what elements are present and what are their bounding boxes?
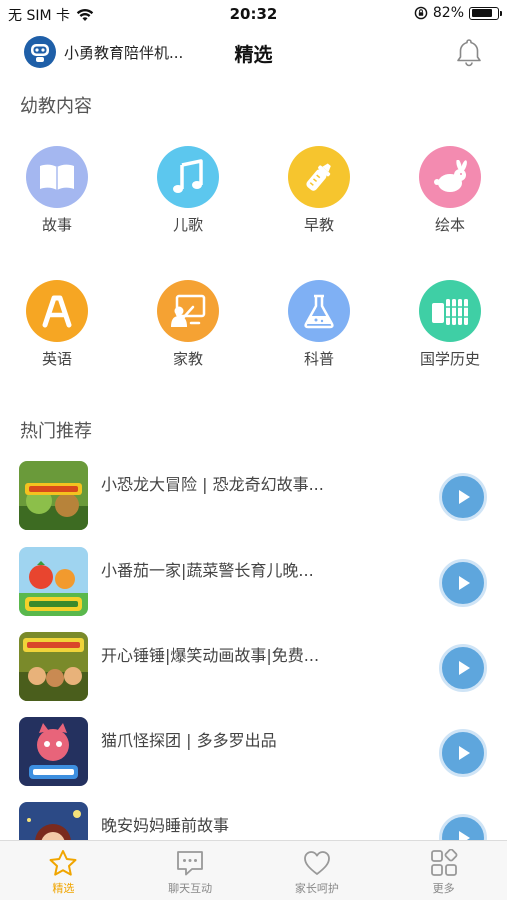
category-label: 科普 xyxy=(303,350,334,368)
recommendation-item[interactable]: 猫爪怪探团 | 多多罗出品 xyxy=(0,717,507,803)
category-picture-book[interactable]: 绘本 xyxy=(395,146,505,235)
letter-a-icon xyxy=(42,295,72,328)
category-label: 国学历史 xyxy=(419,350,480,368)
category-early-education-circle xyxy=(288,146,350,208)
play-icon xyxy=(459,661,470,675)
star-icon xyxy=(49,850,77,876)
bell-icon xyxy=(457,39,481,67)
battery-level-fill xyxy=(471,9,492,17)
category-science[interactable]: 科普 xyxy=(264,280,374,369)
nav-bar: 小勇教育陪伴机... 精选 xyxy=(0,28,507,76)
recommendation-item[interactable]: 小番茄一家|蔬菜警长育儿晚... xyxy=(0,547,507,633)
tab-label: 精选 xyxy=(52,882,75,895)
device-selector[interactable]: 小勇教育陪伴机... xyxy=(24,36,183,68)
cover-image xyxy=(19,717,88,786)
category-tutoring[interactable]: 家教 xyxy=(133,280,243,369)
tab-label: 更多 xyxy=(432,882,455,895)
play-button[interactable] xyxy=(439,559,487,607)
category-label: 绘本 xyxy=(434,216,465,234)
tab-featured[interactable]: 精选 xyxy=(0,841,127,900)
heart-icon xyxy=(303,851,330,875)
grid-icon xyxy=(430,849,458,876)
category-songs[interactable]: 儿歌 xyxy=(133,146,243,235)
album-cover-cat-claw xyxy=(19,717,88,786)
recommendation-title: 晚安妈妈睡前故事 xyxy=(101,816,230,835)
album-cover-dinosaur xyxy=(19,461,88,530)
category-english[interactable]: 英语 xyxy=(2,280,112,369)
flask-icon xyxy=(304,294,334,329)
category-chinese-history[interactable]: 国学历史 xyxy=(395,280,505,369)
teacher-board-icon xyxy=(171,294,206,327)
tab-parent-care[interactable]: 家长呵护 xyxy=(254,841,381,900)
category-label: 英语 xyxy=(41,350,72,368)
cover-image xyxy=(19,461,88,530)
play-button[interactable] xyxy=(439,473,487,521)
play-icon xyxy=(459,490,470,504)
category-early-education[interactable]: 早教 xyxy=(264,146,374,235)
device-name: 小勇教育陪伴机... xyxy=(64,43,184,62)
recommendation-item[interactable]: 小恐龙大冒险 | 恐龙奇幻故事... xyxy=(0,461,507,547)
book-icon xyxy=(40,164,74,190)
battery-group: 82% xyxy=(414,5,502,21)
category-songs-circle xyxy=(157,146,219,208)
rabbit-icon xyxy=(434,160,467,192)
category-label: 故事 xyxy=(41,216,72,234)
recommendation-title: 开心锤锤|爆笑动画故事|免费... xyxy=(101,646,320,665)
status-bar: 无 SIM 卡 20:32 82% xyxy=(0,0,507,28)
cover-image xyxy=(19,632,88,701)
tab-label: 家长呵护 xyxy=(294,882,339,895)
tab-label: 聊天互动 xyxy=(168,882,213,895)
category-label: 儿歌 xyxy=(172,216,203,234)
cover-image xyxy=(19,547,88,616)
category-english-circle xyxy=(26,280,88,342)
recommendation-item[interactable]: 开心锤锤|爆笑动画故事|免费... xyxy=(0,632,507,718)
tab-chat[interactable]: 聊天互动 xyxy=(127,841,254,900)
recommendation-title: 小恐龙大冒险 | 恐龙奇幻故事... xyxy=(101,475,324,494)
robot-avatar xyxy=(24,36,56,68)
category-label: 早教 xyxy=(303,216,334,234)
battery-icon xyxy=(469,6,502,20)
recommendation-title: 猫爪怪探团 | 多多罗出品 xyxy=(101,731,277,750)
play-icon xyxy=(459,746,470,760)
play-icon xyxy=(459,576,470,590)
category-story[interactable]: 故事 xyxy=(2,146,112,235)
category-chinese-history-circle xyxy=(419,280,481,342)
tab-more[interactable]: 更多 xyxy=(380,841,507,900)
album-cover-hammer xyxy=(19,632,88,701)
robot-icon xyxy=(31,44,49,62)
category-story-circle xyxy=(26,146,88,208)
baby-bottle-icon xyxy=(306,163,331,191)
notification-button[interactable] xyxy=(453,36,485,68)
category-label: 家教 xyxy=(172,350,203,368)
section-title-hot: 热门推荐 xyxy=(20,421,92,442)
music-note-icon xyxy=(173,159,203,193)
section-title-kids-content: 幼教内容 xyxy=(20,96,92,117)
orientation-lock-icon xyxy=(414,6,428,20)
battery-percent: 82% xyxy=(432,5,464,21)
play-button[interactable] xyxy=(439,644,487,692)
bamboo-scroll-icon xyxy=(432,299,468,325)
recommendation-title: 小番茄一家|蔬菜警长育儿晚... xyxy=(101,561,314,580)
album-cover-tomato xyxy=(19,547,88,616)
category-tutoring-circle xyxy=(157,280,219,342)
category-science-circle xyxy=(288,280,350,342)
play-button[interactable] xyxy=(439,729,487,777)
tab-bar: 精选 聊天互动 家长呵护 更多 xyxy=(0,840,507,900)
category-picture-book-circle xyxy=(419,146,481,208)
chat-icon xyxy=(177,851,204,876)
